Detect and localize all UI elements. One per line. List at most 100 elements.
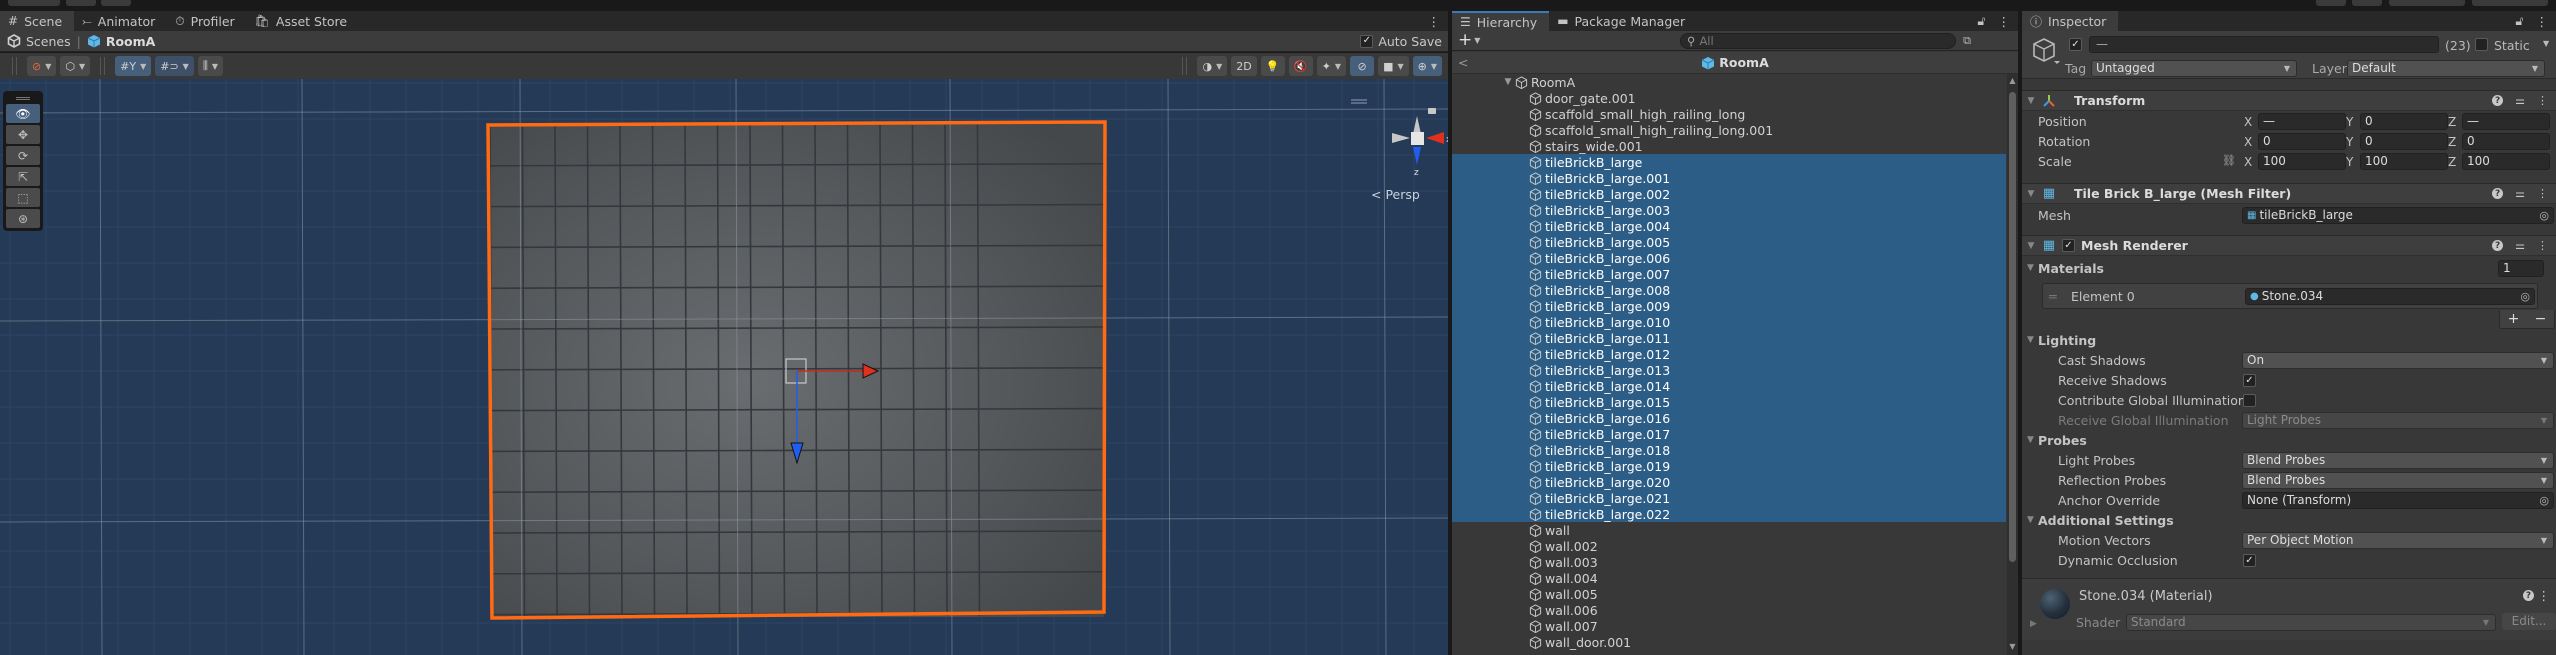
gizmo-z-cone[interactable] bbox=[1413, 147, 1421, 165]
toolbar-button[interactable] bbox=[101, 0, 131, 6]
hierarchy-item[interactable]: door_gate.001 bbox=[1452, 90, 2006, 106]
scroll-down-icon[interactable]: ▼ bbox=[2007, 642, 2018, 651]
more-options-icon[interactable]: ⋮ bbox=[2538, 588, 2551, 603]
camera-settings-dropdown[interactable]: ■ ▼ bbox=[1378, 56, 1409, 76]
receive-shadows-checkbox[interactable]: ✓ bbox=[2243, 374, 2256, 387]
mesh-field[interactable]: ▦ tileBrickB_large ◎ bbox=[2242, 207, 2554, 224]
transform-tool[interactable]: ⊛ bbox=[6, 209, 40, 228]
hierarchy-item[interactable]: tileBrickB_large.015 bbox=[1452, 394, 2006, 410]
hierarchy-item[interactable]: ▼ RoomA bbox=[1452, 74, 2006, 90]
presets-icon[interactable]: ⚌ bbox=[2515, 239, 2525, 252]
active-checkbox[interactable]: ✓ bbox=[2069, 38, 2082, 51]
audio-toggle[interactable]: 🔇 bbox=[1288, 56, 1313, 76]
hierarchy-item[interactable]: scaffold_small_high_railing_long.001 bbox=[1452, 122, 2006, 138]
help-icon[interactable]: ? bbox=[2523, 590, 2534, 601]
scale-tool[interactable]: ⇱ bbox=[6, 167, 40, 186]
edit-shader-button[interactable]: Edit... bbox=[2502, 613, 2556, 630]
object-picker-icon[interactable]: ◎ bbox=[2539, 493, 2549, 508]
hierarchy-search-input[interactable]: ⚲ All bbox=[1680, 33, 1956, 49]
grid-visibility-dropdown[interactable]: #Y ▼ bbox=[115, 56, 152, 76]
fold-arrow-icon[interactable]: ▼ bbox=[2027, 435, 2034, 445]
tag-dropdown[interactable]: Untagged ▼ bbox=[2091, 60, 2297, 77]
constrain-proportions-icon[interactable]: ⛓ bbox=[2222, 154, 2236, 167]
hierarchy-item[interactable]: tileBrickB_large.022 bbox=[1452, 506, 2006, 522]
scroll-up-icon[interactable]: ▲ bbox=[2007, 76, 2018, 85]
element0-material-field[interactable]: ● Stone.034 ◎ bbox=[2245, 288, 2535, 305]
help-icon[interactable]: ? bbox=[2492, 95, 2504, 106]
position-z-field[interactable]: — bbox=[2462, 113, 2550, 130]
more-options-icon[interactable]: ⋮ bbox=[2537, 239, 2548, 252]
fold-arrow-icon[interactable]: ▼ bbox=[2022, 189, 2040, 199]
scene-visibility-toggle[interactable]: ⊘ bbox=[1350, 56, 1375, 76]
grid-snapping-dropdown[interactable]: #⊃ ▼ bbox=[155, 56, 194, 76]
fold-arrow-icon[interactable]: ▼ bbox=[2022, 241, 2040, 251]
toolbar-button[interactable] bbox=[8, 0, 60, 6]
transform-header[interactable]: ▼ Transform ? ⚌ ⋮ bbox=[2022, 90, 2556, 111]
hierarchy-item[interactable]: tileBrickB_large.005 bbox=[1452, 234, 2006, 250]
contribute-gi-checkbox[interactable]: ✓ bbox=[2243, 394, 2256, 407]
tab-package-manager[interactable]: ▬ Package Manager bbox=[1549, 11, 1697, 31]
hierarchy-item[interactable]: tileBrickB_large.020 bbox=[1452, 474, 2006, 490]
gizmo-center-cube[interactable] bbox=[1411, 132, 1424, 145]
hierarchy-item[interactable]: tileBrickB_large.007 bbox=[1452, 266, 2006, 282]
tab-animator[interactable]: ⤚ Animator bbox=[74, 11, 167, 31]
overlay-drag-handle[interactable] bbox=[6, 94, 40, 102]
fold-arrow-icon[interactable]: ▼ bbox=[2022, 96, 2040, 106]
expand-arrow-icon[interactable]: ▼ bbox=[1502, 77, 1514, 87]
hierarchy-item[interactable]: stairs_wide.001 bbox=[1452, 138, 2006, 154]
toolbar-button[interactable] bbox=[2316, 0, 2346, 6]
static-dropdown-icon[interactable]: ▼ bbox=[2543, 39, 2549, 48]
gizmo-neg-x-cone[interactable] bbox=[1392, 133, 1410, 143]
hierarchy-item[interactable]: wall.006 bbox=[1452, 602, 2006, 618]
hierarchy-item[interactable]: tileBrickB_large bbox=[1452, 154, 2006, 170]
reflection-probes-dropdown[interactable]: Blend Probes ▼ bbox=[2242, 472, 2554, 489]
rect-tool[interactable]: ⬚ bbox=[6, 188, 40, 207]
scrollbar-thumb[interactable] bbox=[2009, 92, 2016, 562]
breadcrumb-room[interactable]: RoomA bbox=[87, 34, 155, 49]
lock-icon[interactable]: 🔓︎ bbox=[2515, 13, 2523, 29]
mesh-filter-header[interactable]: ▼ ▦ Tile Brick B_large (Mesh Filter) ? ⚌ ⋮ bbox=[2022, 183, 2556, 204]
hierarchy-item[interactable]: scaffold_small_high_railing_long bbox=[1452, 106, 2006, 122]
toolbar-button[interactable] bbox=[66, 0, 96, 6]
tab-asset-store[interactable]: 🛍 Asset Store bbox=[247, 11, 359, 31]
hierarchy-item[interactable]: tileBrickB_large.010 bbox=[1452, 314, 2006, 330]
game-object-cube-icon[interactable] bbox=[2030, 36, 2060, 66]
additional-settings-section[interactable]: ▼ Additional Settings bbox=[2022, 511, 2556, 531]
fold-arrow-icon[interactable]: ▶ bbox=[2030, 619, 2037, 629]
search-window-icon[interactable]: ⧉ bbox=[1958, 33, 1976, 49]
more-options-icon[interactable]: ⋮ bbox=[2537, 94, 2548, 107]
more-options-icon[interactable]: ⋮ bbox=[1428, 14, 1441, 29]
position-x-field[interactable]: — bbox=[2258, 113, 2346, 130]
remove-element-button[interactable]: − bbox=[2535, 311, 2547, 327]
scale-z-field[interactable]: 100 bbox=[2462, 153, 2550, 170]
tab-hierarchy[interactable]: ☰ Hierarchy bbox=[1452, 11, 1550, 31]
toolbar-grip[interactable] bbox=[1182, 57, 1188, 75]
motion-vectors-dropdown[interactable]: Per Object Motion ▼ bbox=[2242, 532, 2554, 549]
presets-icon[interactable]: ⚌ bbox=[2515, 94, 2525, 107]
layer-dropdown[interactable]: Default ▼ bbox=[2347, 60, 2545, 77]
probes-section[interactable]: ▼ Probes bbox=[2022, 431, 2556, 451]
lighting-section[interactable]: ▼ Lighting bbox=[2022, 331, 2556, 351]
rotation-z-field[interactable]: 0 bbox=[2462, 133, 2550, 150]
hierarchy-item[interactable]: tileBrickB_large.019 bbox=[1452, 458, 2006, 474]
breadcrumb-scenes[interactable]: Scenes bbox=[7, 34, 71, 49]
toggle-2d-button[interactable]: 2D bbox=[1231, 56, 1257, 76]
light-probes-dropdown[interactable]: Blend Probes ▼ bbox=[2242, 452, 2554, 469]
hierarchy-item[interactable]: tileBrickB_large.002 bbox=[1452, 186, 2006, 202]
hierarchy-item[interactable]: tileBrickB_large.006 bbox=[1452, 250, 2006, 266]
position-y-field[interactable]: 0 bbox=[2360, 113, 2448, 130]
presets-icon[interactable]: ⚌ bbox=[2515, 187, 2525, 200]
tab-inspector[interactable]: ⓘ Inspector bbox=[2022, 11, 2119, 31]
hierarchy-item[interactable]: tileBrickB_large.017 bbox=[1452, 426, 2006, 442]
hierarchy-item[interactable]: tileBrickB_large.013 bbox=[1452, 362, 2006, 378]
move-tool[interactable]: ✥ bbox=[6, 125, 40, 144]
help-icon[interactable]: ? bbox=[2492, 240, 2504, 251]
mesh-renderer-header[interactable]: ▼ ▦ ✓ Mesh Renderer ? ⚌ ⋮ bbox=[2022, 235, 2556, 256]
hierarchy-item[interactable]: tileBrickB_large.008 bbox=[1452, 282, 2006, 298]
auto-save-checkbox[interactable]: ✓ bbox=[1360, 34, 1374, 48]
anchor-override-field[interactable]: None (Transform) ◎ bbox=[2242, 492, 2554, 509]
hierarchy-item[interactable]: tileBrickB_large.014 bbox=[1452, 378, 2006, 394]
add-element-button[interactable]: + bbox=[2508, 311, 2520, 327]
hierarchy-item[interactable]: wall.003 bbox=[1452, 554, 2006, 570]
lock-icon[interactable] bbox=[1428, 108, 1436, 114]
